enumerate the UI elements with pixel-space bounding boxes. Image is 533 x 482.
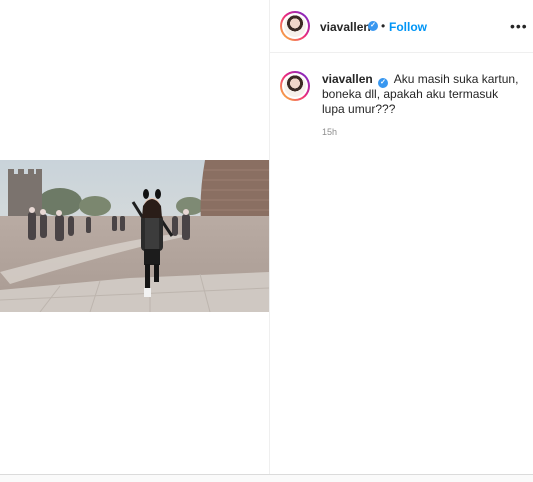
avatar[interactable] bbox=[280, 11, 310, 41]
instagram-post: viavallen ✓ • Follow ••• viavallen ✓ Aku… bbox=[0, 0, 533, 474]
media-divider bbox=[269, 0, 270, 474]
more-options-icon[interactable]: ••• bbox=[510, 18, 528, 34]
verified-badge-icon: ✓ bbox=[368, 21, 378, 31]
caption-username[interactable]: viavallen bbox=[322, 72, 373, 86]
caption-avatar-image bbox=[284, 75, 306, 97]
post-header: viavallen ✓ • Follow ••• bbox=[270, 0, 533, 53]
post-photo[interactable] bbox=[0, 160, 269, 312]
caption-verified-badge-icon: ✓ bbox=[378, 78, 389, 88]
caption-avatar[interactable] bbox=[280, 71, 310, 101]
caption-avatar-ring bbox=[282, 73, 308, 99]
post-timestamp[interactable]: 15h bbox=[322, 127, 337, 137]
post-media-area bbox=[0, 0, 269, 474]
photo-illustration bbox=[0, 160, 269, 312]
follow-button[interactable]: Follow bbox=[389, 20, 427, 34]
header-separator: • bbox=[381, 19, 386, 33]
avatar-ring bbox=[282, 13, 308, 39]
header-username[interactable]: viavallen bbox=[320, 20, 371, 34]
post-caption: viavallen ✓ Aku masih suka kartun, bonek… bbox=[322, 72, 522, 117]
page-bottom bbox=[0, 475, 533, 482]
avatar-image bbox=[284, 15, 306, 37]
